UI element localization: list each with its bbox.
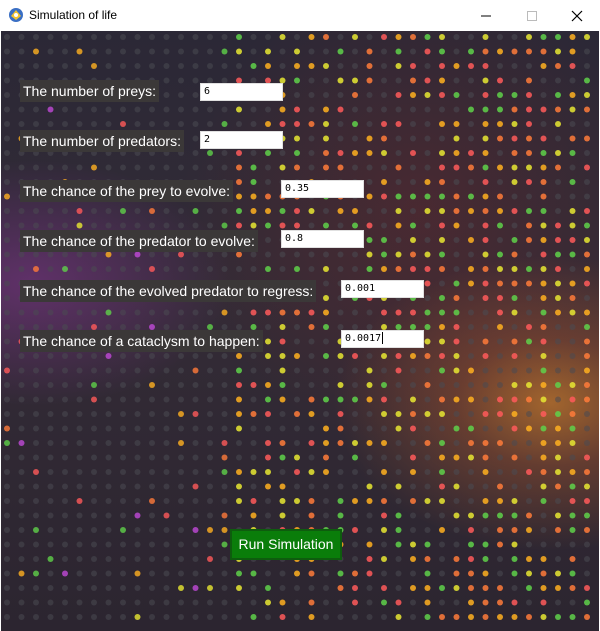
run-simulation-button[interactable]: Run Simulation xyxy=(230,529,342,560)
minimize-button[interactable] xyxy=(463,0,509,31)
title-bar: Simulation of life xyxy=(0,0,600,31)
cataclysm-label: The chance of a cataclysm to happen: xyxy=(20,330,263,352)
prey-evolve-input[interactable]: 0.35 xyxy=(281,180,364,198)
predator-regress-label: The chance of the evolved predator to re… xyxy=(20,280,317,302)
predators-label: The number of predators: xyxy=(20,130,184,152)
simulation-background: The number of preys: 6 The number of pre… xyxy=(1,31,599,631)
preys-label: The number of preys: xyxy=(20,80,160,102)
minimize-icon xyxy=(481,15,491,16)
maximize-icon xyxy=(527,10,537,21)
window-title: Simulation of life xyxy=(29,8,118,22)
cataclysm-input[interactable]: 0.0017 xyxy=(341,330,424,348)
close-icon xyxy=(571,10,583,21)
prey-evolve-label: The chance of the prey to evolve: xyxy=(20,180,234,202)
close-button[interactable] xyxy=(554,0,600,31)
predator-evolve-label: The chance of the predator to evolve: xyxy=(20,230,258,252)
predator-evolve-input[interactable]: 0.8 xyxy=(281,230,364,248)
predator-regress-input[interactable]: 0.001 xyxy=(341,280,424,298)
maximize-button[interactable] xyxy=(509,0,555,31)
preys-input[interactable]: 6 xyxy=(200,83,283,101)
app-icon xyxy=(9,8,23,22)
predators-input[interactable]: 2 xyxy=(200,131,283,149)
